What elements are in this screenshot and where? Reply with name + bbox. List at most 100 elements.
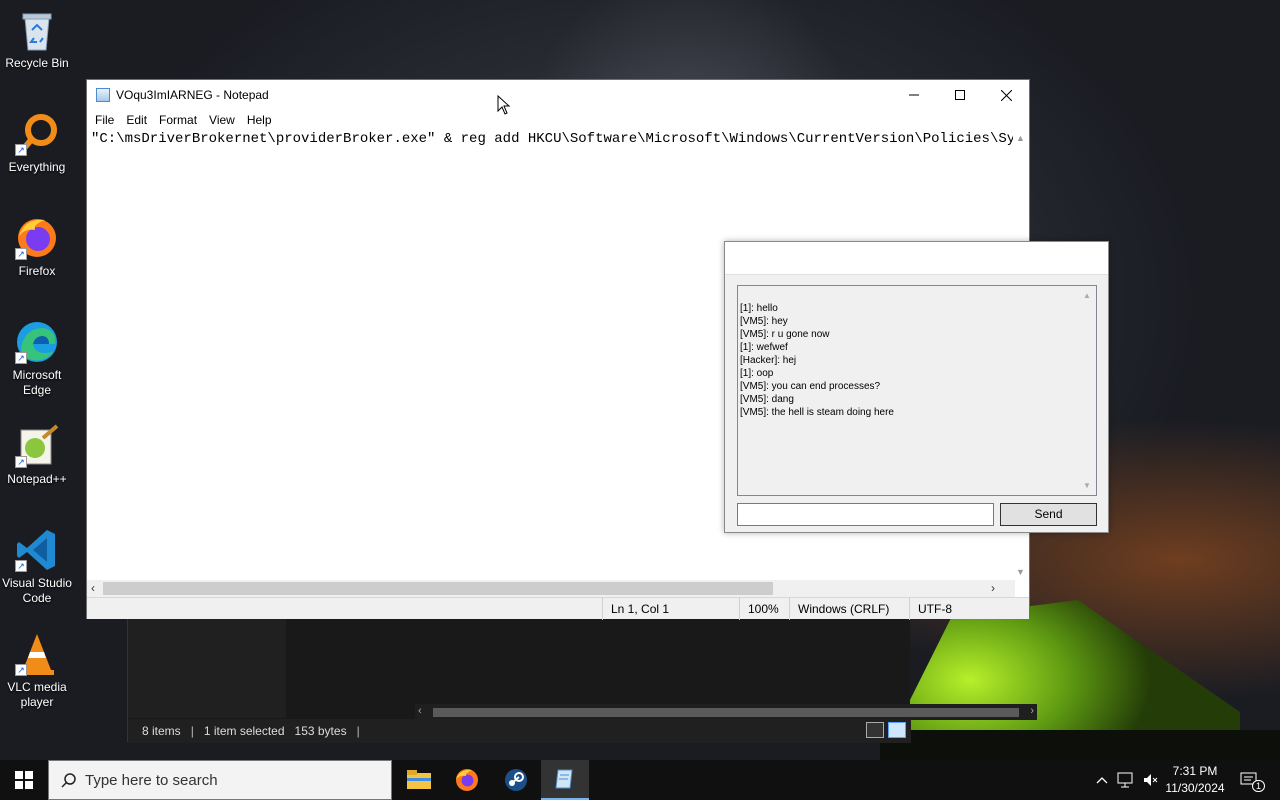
shortcut-arrow-icon: ↗ bbox=[15, 248, 27, 260]
desktop-icon-vlc[interactable]: ↗ VLC media player bbox=[2, 632, 72, 710]
firefox-icon: ↗ bbox=[15, 216, 59, 260]
taskbar-notepad[interactable] bbox=[541, 760, 589, 800]
shortcut-arrow-icon: ↗ bbox=[15, 352, 27, 364]
explorer-nav-pane[interactable] bbox=[128, 618, 286, 718]
chat-log-scrollbar[interactable]: ▲ ▼ bbox=[1079, 286, 1096, 495]
scrollbar-thumb[interactable] bbox=[433, 708, 1019, 717]
horizontal-scrollbar[interactable]: ‹ › bbox=[87, 580, 1015, 597]
maximize-button[interactable] bbox=[937, 80, 983, 110]
desktop-icon-recycle-bin[interactable]: Recycle Bin bbox=[2, 8, 72, 71]
start-button[interactable] bbox=[0, 760, 48, 800]
menu-bar: File Edit Format View Help bbox=[87, 110, 278, 130]
edge-icon: ↗ bbox=[15, 320, 59, 364]
desktop-icon-notepad-plus-plus[interactable]: ↗ Notepad++ bbox=[2, 424, 72, 487]
desktop-icon-label: Everything bbox=[8, 160, 66, 174]
minimize-icon bbox=[909, 94, 919, 96]
chat-window[interactable]: [1]: hello [VM5]: hey [VM5]: r u gone no… bbox=[724, 241, 1109, 533]
chat-message: [1]: wefwef bbox=[740, 342, 788, 353]
scroll-up-icon[interactable]: ▲ bbox=[1083, 289, 1091, 302]
taskbar: Type here to search 7:31 PM 11/30/2024 1 bbox=[0, 760, 1280, 800]
large-icons-view-icon[interactable] bbox=[888, 722, 906, 738]
shortcut-arrow-icon: ↗ bbox=[15, 456, 27, 468]
send-button[interactable]: Send bbox=[1000, 503, 1097, 526]
menu-format[interactable]: Format bbox=[153, 113, 203, 127]
status-separator: | bbox=[190, 724, 194, 738]
action-center-button[interactable]: 1 bbox=[1234, 760, 1266, 800]
desktop-icon-label: Notepad++ bbox=[7, 472, 67, 486]
close-icon bbox=[1000, 89, 1012, 101]
scroll-down-icon[interactable]: ▼ bbox=[1016, 567, 1025, 577]
file-explorer-icon bbox=[407, 770, 431, 789]
explorer-status-bar: 8 items | 1 item selected 153 bytes | bbox=[128, 719, 911, 743]
menu-file[interactable]: File bbox=[89, 113, 120, 127]
taskbar-file-explorer[interactable] bbox=[395, 760, 443, 800]
status-bar: Ln 1, Col 1 100% Windows (CRLF) UTF-8 bbox=[87, 597, 1029, 620]
desktop-icon-vscode[interactable]: ↗ Visual Studio Code bbox=[2, 528, 72, 606]
chat-message: [Hacker]: hej bbox=[740, 355, 797, 366]
shortcut-arrow-icon: ↗ bbox=[15, 664, 27, 676]
notification-count-badge: 1 bbox=[1252, 780, 1266, 792]
scroll-down-icon[interactable]: ▼ bbox=[1083, 479, 1091, 492]
chat-message: [1]: hello bbox=[740, 303, 778, 314]
scroll-up-icon[interactable]: ▲ bbox=[1016, 133, 1025, 143]
recycle-bin-icon bbox=[15, 8, 59, 52]
network-icon bbox=[1117, 772, 1133, 788]
chat-message-input[interactable] bbox=[737, 503, 994, 526]
chat-message: [1]: oop bbox=[740, 368, 774, 379]
chat-log[interactable]: [1]: hello [VM5]: hey [VM5]: r u gone no… bbox=[737, 285, 1097, 496]
maximize-icon bbox=[955, 90, 965, 100]
chat-message: [VM5]: the hell is steam doing here bbox=[740, 407, 894, 418]
desktop-icon-label: VLC media player bbox=[7, 680, 67, 709]
search-placeholder: Type here to search bbox=[85, 771, 218, 789]
scroll-left-icon[interactable]: ‹ bbox=[91, 581, 95, 595]
scroll-left-icon[interactable]: ‹ bbox=[418, 705, 422, 717]
firefox-icon bbox=[456, 769, 478, 791]
title-bar[interactable]: VOqu3ImIARNEG - Notepad bbox=[87, 80, 1029, 110]
clock-date: 11/30/2024 bbox=[1165, 781, 1225, 795]
taskbar-steam[interactable] bbox=[492, 760, 540, 800]
chat-title-bar[interactable] bbox=[725, 242, 1108, 275]
notepad-icon bbox=[555, 769, 573, 789]
shortcut-arrow-icon: ↗ bbox=[15, 144, 27, 156]
mouse-cursor-icon bbox=[497, 95, 511, 115]
minimize-button[interactable] bbox=[891, 80, 937, 110]
volume-muted-icon bbox=[1144, 774, 1158, 786]
vscode-icon: ↗ bbox=[15, 528, 59, 572]
wallpaper-ground bbox=[880, 730, 1280, 760]
vlc-icon: ↗ bbox=[15, 632, 59, 676]
desktop-icon-label: Firefox bbox=[18, 264, 56, 278]
desktop-icon-label: Microsoft Edge bbox=[12, 368, 62, 397]
status-separator: | bbox=[356, 724, 360, 738]
scroll-right-icon[interactable]: › bbox=[1030, 705, 1034, 717]
cursor-position: Ln 1, Col 1 bbox=[602, 598, 739, 620]
line-ending: Windows (CRLF) bbox=[789, 598, 909, 620]
file-explorer-window[interactable]: ‹ › 8 items | 1 item selected 153 bytes … bbox=[127, 618, 1037, 743]
scrollbar-thumb[interactable] bbox=[103, 582, 773, 595]
taskbar-search-box[interactable]: Type here to search bbox=[48, 760, 392, 800]
desktop-icon-everything[interactable]: ↗ Everything bbox=[2, 112, 72, 175]
items-count: 8 items bbox=[142, 724, 181, 738]
steam-icon bbox=[505, 769, 527, 791]
chevron-up-icon bbox=[1096, 777, 1108, 784]
window-title: VOqu3ImIARNEG - Notepad bbox=[116, 88, 269, 102]
volume-button[interactable] bbox=[1140, 760, 1162, 800]
network-button[interactable] bbox=[1114, 760, 1138, 800]
explorer-horizontal-scrollbar[interactable]: ‹ › bbox=[415, 704, 1037, 720]
clock-time: 7:31 PM bbox=[1172, 764, 1218, 778]
chat-message: [VM5]: r u gone now bbox=[740, 329, 830, 340]
desktop-icon-firefox[interactable]: ↗ Firefox bbox=[2, 216, 72, 279]
desktop-icon-label: Recycle Bin bbox=[5, 56, 69, 70]
scroll-right-icon[interactable]: › bbox=[991, 581, 995, 595]
menu-view[interactable]: View bbox=[203, 113, 241, 127]
notepad-app-icon bbox=[96, 88, 110, 102]
taskbar-firefox[interactable] bbox=[443, 760, 491, 800]
close-button[interactable] bbox=[983, 80, 1029, 110]
shortcut-arrow-icon: ↗ bbox=[15, 560, 27, 572]
encoding: UTF-8 bbox=[909, 598, 1009, 620]
show-hidden-icons-button[interactable] bbox=[1092, 760, 1112, 800]
taskbar-clock[interactable]: 7:31 PM 11/30/2024 bbox=[1162, 763, 1228, 797]
desktop-icon-edge[interactable]: ↗ Microsoft Edge bbox=[2, 320, 72, 398]
menu-help[interactable]: Help bbox=[241, 113, 278, 127]
menu-edit[interactable]: Edit bbox=[120, 113, 153, 127]
details-view-icon[interactable] bbox=[866, 722, 884, 738]
